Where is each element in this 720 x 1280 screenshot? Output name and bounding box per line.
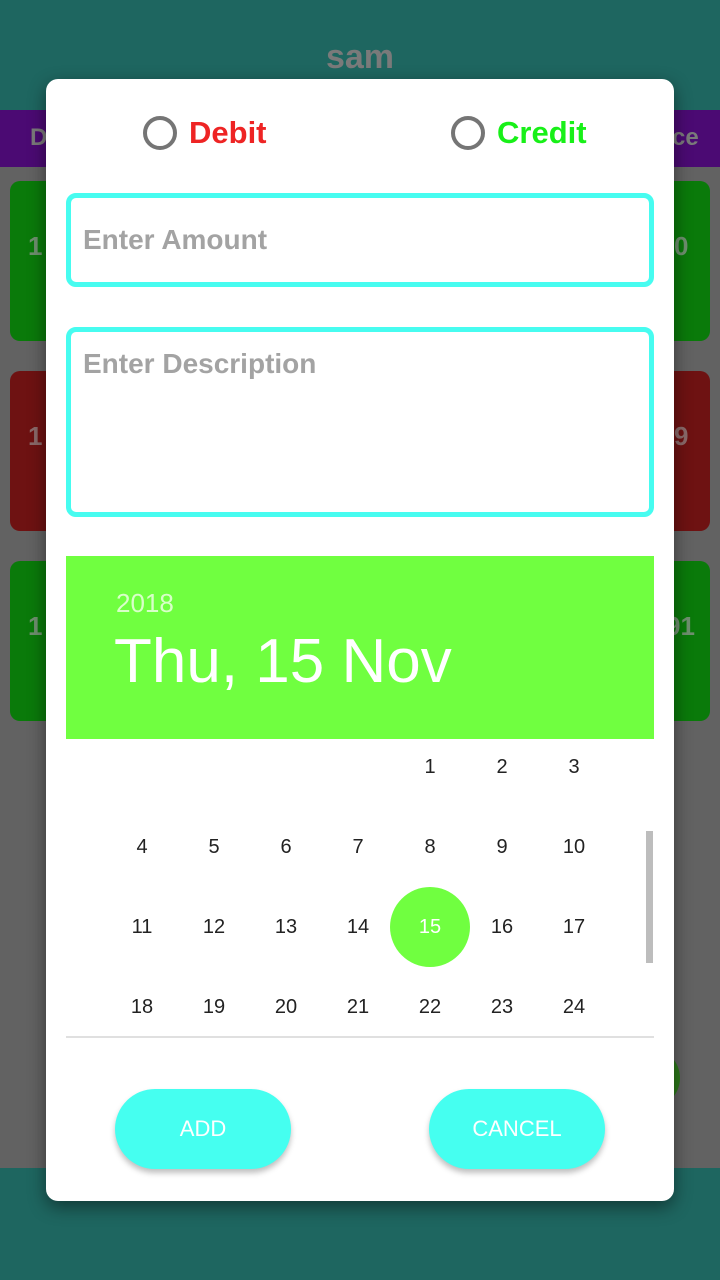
day-number: 18: [130, 995, 154, 1018]
day-number: 20: [274, 995, 298, 1018]
credit-label: Credit: [497, 115, 587, 150]
amount-field: [66, 193, 654, 287]
calendar-empty-cell: [322, 739, 394, 807]
calendar-day[interactable]: 5: [178, 807, 250, 887]
day-number: 1: [424, 755, 436, 778]
day-number: 12: [202, 915, 226, 938]
card-date: 1: [28, 611, 43, 641]
day-number: 15: [418, 915, 442, 938]
calendar-week-row: 1 2 3: [106, 739, 610, 807]
debit-radio[interactable]: Debit: [143, 115, 267, 151]
credit-radio[interactable]: Credit: [451, 115, 587, 151]
selected-date-label: Thu, 15 Nov: [114, 627, 452, 696]
calendar-day[interactable]: 13: [250, 887, 322, 967]
calendar-day[interactable]: 16: [466, 887, 538, 967]
calendar-day-selected[interactable]: 15: [390, 887, 470, 967]
day-number: 4: [136, 835, 148, 858]
app-title: sam: [325, 38, 395, 76]
calendar-empty-cell: [250, 739, 322, 807]
day-number: 23: [490, 995, 514, 1018]
day-number: 9: [496, 835, 508, 858]
radio-unchecked-icon: [451, 116, 485, 150]
card-date: 1: [28, 421, 43, 451]
calendar-day[interactable]: 14: [322, 887, 394, 967]
calendar-day[interactable]: 3: [538, 739, 610, 807]
amount-input[interactable]: [71, 198, 649, 282]
day-number: 8: [424, 835, 436, 858]
day-number: 21: [346, 995, 370, 1018]
calendar-day[interactable]: 12: [178, 887, 250, 967]
day-number: 22: [418, 995, 442, 1018]
day-number: 14: [346, 915, 370, 938]
header-column-date: D: [30, 124, 48, 151]
day-number: 19: [202, 995, 226, 1018]
day-number: 2: [496, 755, 508, 778]
cancel-button[interactable]: CANCEL: [429, 1089, 605, 1169]
calendar-week-row: 18 19 20 21 22 23 24: [106, 967, 610, 1037]
day-number: 7: [352, 835, 364, 858]
calendar-day[interactable]: 22: [394, 967, 466, 1037]
calendar-day[interactable]: 1: [394, 739, 466, 807]
calendar-day[interactable]: 10: [538, 807, 610, 887]
description-field: [66, 327, 654, 517]
day-number: 5: [208, 835, 220, 858]
calendar-week-row: 11 12 13 14 15 16 17: [106, 887, 610, 967]
debit-label: Debit: [189, 115, 267, 150]
calendar-empty-cell: [178, 739, 250, 807]
day-number: 24: [562, 995, 586, 1018]
calendar-empty-cell: [106, 739, 178, 807]
calendar-day[interactable]: 20: [250, 967, 322, 1037]
calendar-grid: 1 2 3 4 5 6 7 8 9 10 11 12 13 14 15 16 17 18 19 20 21 22 23 24: [66, 739, 654, 1037]
day-number: 10: [562, 835, 586, 858]
divider: [66, 1036, 654, 1038]
year-selector[interactable]: 2018: [116, 588, 174, 619]
calendar-scrollbar[interactable]: [646, 831, 653, 963]
transaction-type-group: Debit Credit: [46, 115, 674, 159]
calendar-day[interactable]: 17: [538, 887, 610, 967]
calendar-day[interactable]: 6: [250, 807, 322, 887]
calendar-day[interactable]: 11: [106, 887, 178, 967]
day-number: 16: [490, 915, 514, 938]
calendar-day[interactable]: 23: [466, 967, 538, 1037]
calendar-day[interactable]: 21: [322, 967, 394, 1037]
day-number: 13: [274, 915, 298, 938]
calendar-day[interactable]: 4: [106, 807, 178, 887]
add-button[interactable]: ADD: [115, 1089, 291, 1169]
card-balance: 0: [674, 231, 689, 261]
day-number: 17: [562, 915, 586, 938]
card-balance: 9: [674, 421, 689, 451]
calendar-day[interactable]: 18: [106, 967, 178, 1037]
header-column-balance: ce: [672, 124, 699, 151]
calendar-week-row: 4 5 6 7 8 9 10: [106, 807, 610, 887]
card-date: 1: [28, 231, 43, 261]
radio-unchecked-icon: [143, 116, 177, 150]
calendar-day[interactable]: 24: [538, 967, 610, 1037]
day-number: 6: [280, 835, 292, 858]
date-picker-header: 2018 Thu, 15 Nov: [66, 556, 654, 739]
calendar-day[interactable]: 7: [322, 807, 394, 887]
calendar-day[interactable]: 9: [466, 807, 538, 887]
day-number: 3: [568, 755, 580, 778]
calendar-day[interactable]: 8: [394, 807, 466, 887]
description-input[interactable]: [71, 332, 649, 512]
calendar-day[interactable]: 2: [466, 739, 538, 807]
day-number: 11: [131, 915, 153, 938]
add-transaction-dialog: Debit Credit 2018 Thu, 15 Nov 1234567891…: [46, 79, 674, 1201]
calendar-day[interactable]: 19: [178, 967, 250, 1037]
